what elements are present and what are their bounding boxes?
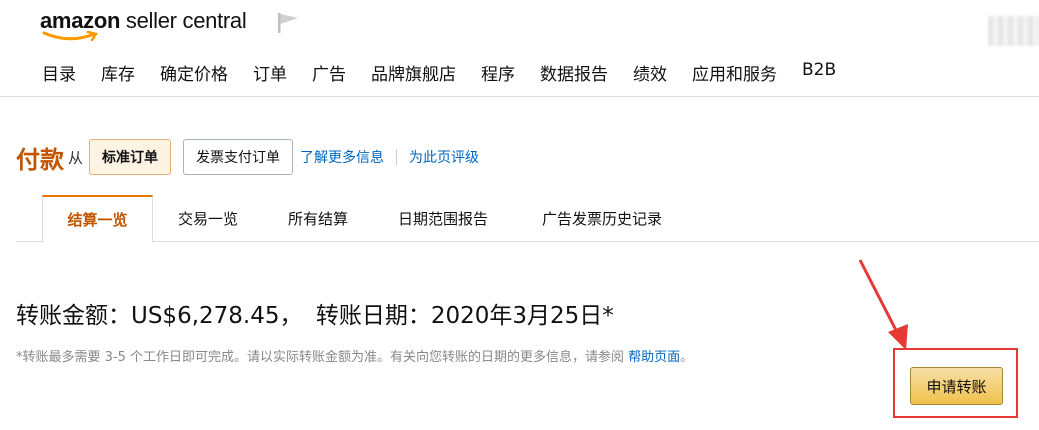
transfer-date-label: 转账日期： <box>315 303 431 329</box>
nav-item-advertising[interactable]: 广告 <box>312 60 346 85</box>
nav-item-performance[interactable]: 绩效 <box>633 60 667 85</box>
transfer-note-text: *转账最多需要 3-5 个工作日即可完成。请以实际转账金额为准。有关向您转账的日… <box>16 350 624 365</box>
nav-item-inventory[interactable]: 库存 <box>101 60 135 85</box>
tab-all-statements[interactable]: 所有结算 <box>278 195 358 242</box>
header: amazon seller central 目录 库存 确定价格 订单 广告 品… <box>0 0 1039 97</box>
transfer-note: *转账最多需要 3-5 个工作日即可完成。请以实际转账金额为准。有关向您转账的日… <box>16 346 693 365</box>
payments-title-row: 付款 从 标准订单 发票支付订单 了解更多信息 为此页评级 <box>16 138 479 176</box>
tab-advertising-invoice-history[interactable]: 广告发票历史记录 <box>530 195 674 242</box>
page-title: 付款 <box>16 145 64 174</box>
invoiced-orders-button[interactable]: 发票支付订单 <box>183 139 294 175</box>
tab-transaction-view[interactable]: 交易一览 <box>168 195 248 242</box>
standard-orders-button[interactable]: 标准订单 <box>89 139 172 175</box>
amazon-seller-central-logo[interactable]: amazon seller central <box>40 8 250 42</box>
nav-item-orders[interactable]: 订单 <box>253 60 287 85</box>
transfer-amount-label: 转账金额： <box>16 303 131 329</box>
payments-tabs: 结算一览 交易一览 所有结算 日期范围报告 广告发票历史记录 <box>16 195 1039 243</box>
nav-item-stores[interactable]: 品牌旗舰店 <box>371 60 456 85</box>
nav-item-apps-services[interactable]: 应用和服务 <box>692 60 777 85</box>
request-transfer-button[interactable]: 申请转账 <box>910 367 1003 405</box>
amazon-smile-icon <box>42 30 99 42</box>
transfer-amount: US$6,278.45， <box>131 303 303 329</box>
learn-more-link[interactable]: 了解更多信息 <box>300 147 384 167</box>
nav-item-pricing[interactable]: 确定价格 <box>160 60 228 85</box>
nav-item-reports[interactable]: 数据报告 <box>540 60 608 85</box>
from-label: 从 <box>68 148 84 167</box>
link-divider <box>396 149 398 165</box>
nav-item-catalog[interactable]: 目录 <box>42 60 76 85</box>
red-arrow-annotation <box>858 259 908 350</box>
tab-statement-view[interactable]: 结算一览 <box>42 195 153 243</box>
rate-page-link[interactable]: 为此页评级 <box>409 147 479 167</box>
transfer-summary: 转账金额：US$6,278.45， 转账日期：2020年3月25日* <box>16 296 614 330</box>
main-nav: 目录 库存 确定价格 订单 广告 品牌旗舰店 程序 数据报告 绩效 应用和服务 … <box>42 60 861 85</box>
flag-icon[interactable] <box>276 12 300 34</box>
transfer-note-end: 。 <box>680 350 694 365</box>
help-page-link[interactable]: 帮助页面 <box>628 350 680 365</box>
account-info-blurred[interactable] <box>988 16 1039 46</box>
tab-date-range-reports[interactable]: 日期范围报告 <box>388 195 498 242</box>
transfer-date: 2020年3月25日* <box>430 303 614 329</box>
logo-product: seller central <box>125 8 247 33</box>
nav-item-b2b[interactable]: B2B <box>802 60 836 85</box>
nav-item-programs[interactable]: 程序 <box>481 60 515 85</box>
